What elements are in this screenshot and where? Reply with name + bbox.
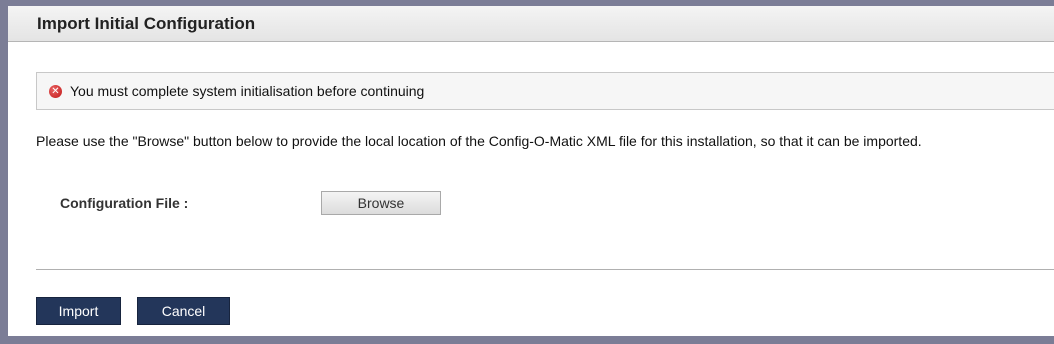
import-button[interactable]: Import (36, 297, 121, 325)
page-title: Import Initial Configuration (37, 13, 256, 33)
import-config-panel: Import Initial Configuration ✕ You must … (8, 6, 1054, 336)
error-message-box: ✕ You must complete system initialisatio… (36, 72, 1054, 110)
error-icon: ✕ (49, 84, 62, 98)
cancel-button[interactable]: Cancel (137, 297, 230, 325)
divider (36, 269, 1054, 270)
configuration-file-label: Configuration File : (60, 195, 189, 211)
panel-header: Import Initial Configuration (8, 6, 1054, 42)
browse-button[interactable]: Browse (321, 191, 441, 215)
instructions-text: Please use the "Browse" button below to … (36, 133, 922, 149)
error-message-text: You must complete system initialisation … (70, 83, 425, 99)
